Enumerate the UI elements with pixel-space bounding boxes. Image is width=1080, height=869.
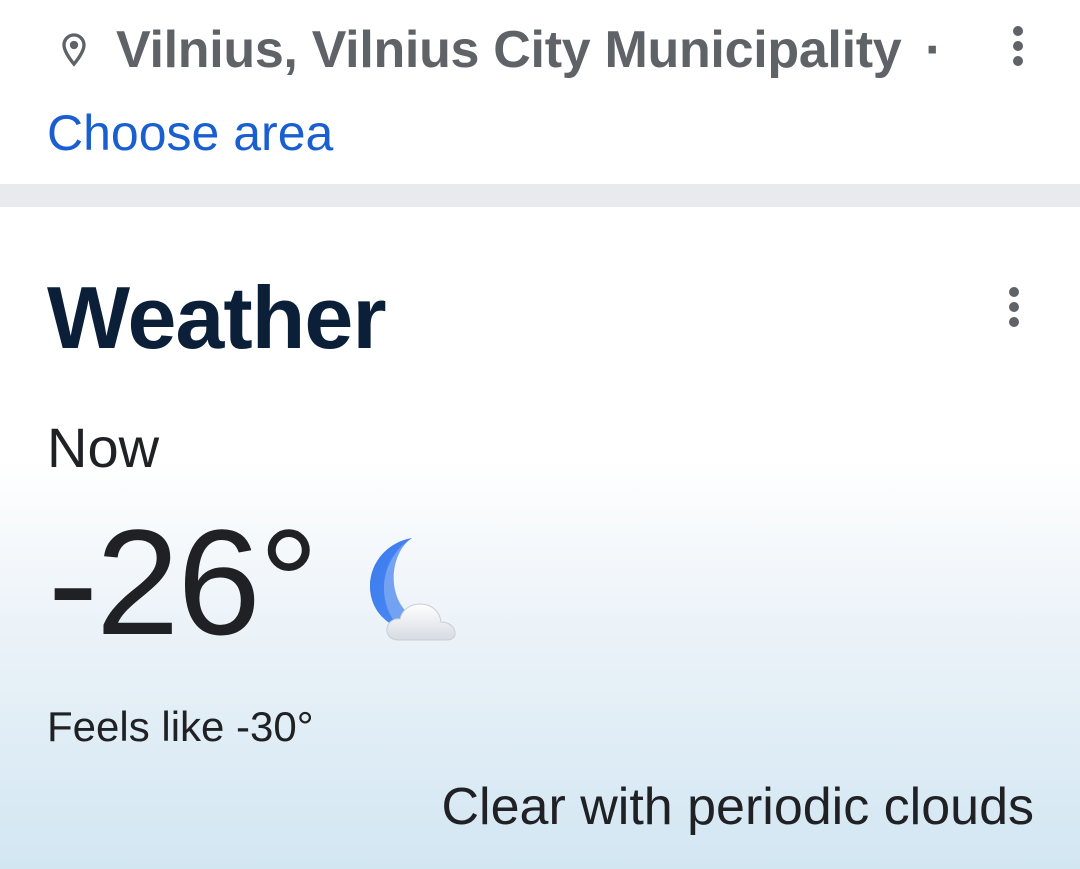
section-divider bbox=[0, 184, 1080, 207]
weather-card[interactable]: Weather Now -26° Feels like -30° Clear w… bbox=[0, 207, 1080, 869]
page: Vilnius, Vilnius City Municipality · Cho… bbox=[0, 0, 1080, 869]
location-pin-icon bbox=[62, 33, 86, 67]
now-label: Now bbox=[47, 416, 160, 479]
feels-like: Feels like -30° bbox=[47, 703, 314, 750]
current-temperature: -26° bbox=[48, 498, 319, 666]
more-vert-icon[interactable] bbox=[998, 22, 1038, 70]
weather-title: Weather bbox=[47, 268, 387, 367]
location-name[interactable]: Vilnius, Vilnius City Municipality bbox=[116, 20, 902, 80]
more-vert-icon[interactable] bbox=[994, 283, 1034, 331]
choose-area-link[interactable]: Choose area bbox=[47, 104, 333, 162]
location-separator: · bbox=[925, 21, 943, 79]
moon-cloud-icon bbox=[370, 538, 456, 641]
condition-text: Clear with periodic clouds bbox=[441, 778, 1035, 836]
location-card: Vilnius, Vilnius City Municipality · Cho… bbox=[0, 0, 1080, 184]
